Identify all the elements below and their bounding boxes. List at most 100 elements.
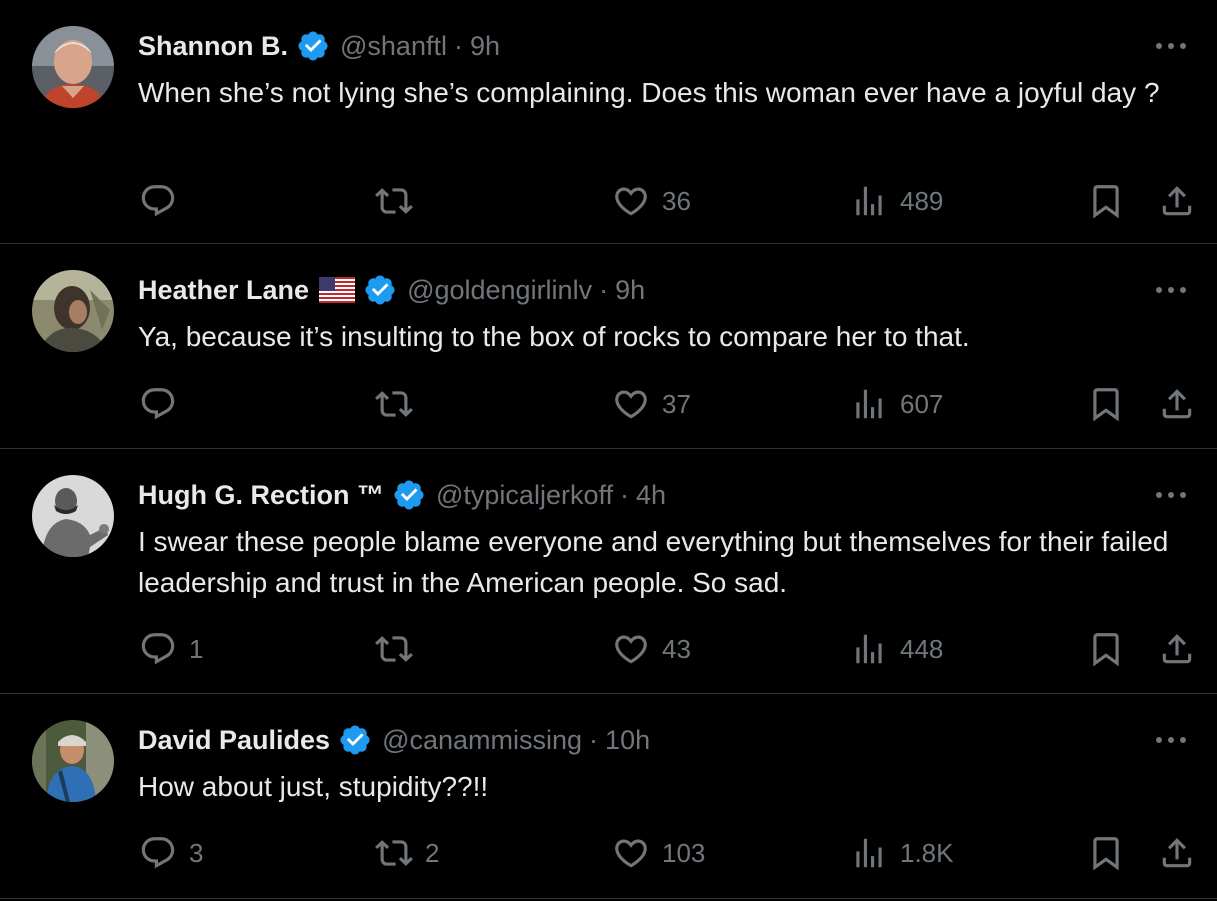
tweet-text: Ya, because it’s insulting to the box of… [138,321,970,352]
reply-count: 3 [189,837,204,868]
view-count: 448 [900,633,944,664]
retweet-button[interactable] [375,179,425,223]
views-button[interactable]: 607 [850,382,943,426]
heart-icon [615,635,647,664]
heart-icon [615,839,647,868]
more-options-button[interactable] [1153,276,1189,304]
bookmark-button[interactable] [1087,179,1125,223]
like-button[interactable]: 37 [612,382,691,426]
share-icon [1162,634,1192,664]
reply-button[interactable]: 3 [139,831,203,875]
reply-count: 1 [189,633,204,664]
more-options-button[interactable] [1153,32,1189,60]
like-count: 43 [662,633,691,664]
view-count: 489 [900,185,944,216]
bookmark-icon [1093,837,1119,871]
bookmark-icon [1093,388,1119,422]
display-name[interactable]: Hugh G. Rection ™ [138,480,384,511]
bookmark-button[interactable] [1087,382,1125,426]
like-count: 37 [662,388,691,419]
views-button[interactable]: 448 [850,627,943,671]
more-options-button[interactable] [1153,481,1189,509]
display-name[interactable]: David Paulides [138,725,330,756]
timestamp[interactable]: 9h [615,275,645,306]
view-count: 1.8K [900,837,954,868]
avatar[interactable] [32,475,114,557]
heart-icon [615,187,647,216]
display-name[interactable]: Shannon B. [138,31,288,62]
share-button[interactable] [1158,831,1196,875]
separator-dot: · [589,724,599,755]
display-name[interactable]: Heather Lane [138,275,309,306]
like-button[interactable]: 103 [612,831,705,875]
tweet-text: When she’s not lying she’s complaining. … [138,77,1160,108]
reply-button[interactable]: 1 [139,627,203,671]
share-icon [1162,838,1192,868]
handle[interactable]: @goldengirlinlv [407,275,592,306]
reply-icon [141,633,175,665]
tweet[interactable]: Heather Lane @goldengirlinlv · 9h Ya, be… [0,244,1217,449]
verified-badge-icon [392,478,426,512]
reply-button[interactable] [139,382,189,426]
verified-badge-icon [338,723,372,757]
verified-badge-icon [363,273,397,307]
separator-dot: · [453,30,463,61]
timestamp[interactable]: 10h [605,725,650,756]
share-button[interactable] [1158,382,1196,426]
reply-button[interactable] [139,179,189,223]
like-button[interactable]: 43 [612,627,691,671]
share-button[interactable] [1158,627,1196,671]
separator-dot: · [599,274,609,305]
more-horizontal-icon [1156,492,1186,498]
tweet-text: How about just, stupidity??!! [138,771,489,802]
handle[interactable]: @shanftl [340,31,447,62]
heart-icon [615,390,647,419]
avatar[interactable] [32,26,114,108]
share-button[interactable] [1158,179,1196,223]
action-bar: 36 489 [0,179,1217,223]
bookmark-button[interactable] [1087,831,1125,875]
views-chart-icon [856,838,882,868]
views-chart-icon [856,634,882,664]
tweet-text: I swear these people blame everyone and … [138,526,1169,598]
us-flag-icon [319,277,356,303]
reply-icon [141,185,175,217]
action-bar: 1 43 448 [0,627,1217,671]
tweet[interactable]: Hugh G. Rection ™ @typicaljerkoff · 4h I… [0,449,1217,694]
tweet[interactable]: David Paulides @canammissing · 10h How a… [0,694,1217,899]
reply-icon [141,388,175,420]
retweet-button[interactable]: 2 [375,831,439,875]
tweet[interactable]: Shannon B. @shanftl · 9h When she’s not … [0,0,1217,244]
more-options-button[interactable] [1153,726,1189,754]
more-horizontal-icon [1156,737,1186,743]
tweet-header: Heather Lane @goldengirlinlv · 9h [138,270,645,310]
retweet-count: 2 [425,837,440,868]
tweet-header: Shannon B. @shanftl · 9h [138,26,500,66]
like-button[interactable]: 36 [612,179,691,223]
avatar[interactable] [32,720,114,802]
views-chart-icon [856,389,882,419]
reply-feed: Shannon B. @shanftl · 9h When she’s not … [0,0,1217,899]
retweet-icon [375,840,413,866]
separator-dot: · [619,479,629,510]
like-count: 36 [662,185,691,216]
retweet-button[interactable] [375,627,425,671]
timestamp[interactable]: 4h [636,480,666,511]
like-count: 103 [662,837,706,868]
reply-icon [141,837,175,869]
action-bar: 3 2 103 1.8K [0,831,1217,875]
avatar[interactable] [32,270,114,352]
retweet-button[interactable] [375,382,425,426]
timestamp[interactable]: 9h [470,31,500,62]
action-bar: 37 607 [0,382,1217,426]
more-horizontal-icon [1156,43,1186,49]
views-button[interactable]: 489 [850,179,943,223]
bookmark-button[interactable] [1087,627,1125,671]
retweet-icon [375,391,413,417]
handle[interactable]: @canammissing [382,725,582,756]
handle[interactable]: @typicaljerkoff [436,480,613,511]
tweet-header: David Paulides @canammissing · 10h [138,720,650,760]
view-count: 607 [900,388,944,419]
views-button[interactable]: 1.8K [850,831,954,875]
retweet-icon [375,188,413,214]
